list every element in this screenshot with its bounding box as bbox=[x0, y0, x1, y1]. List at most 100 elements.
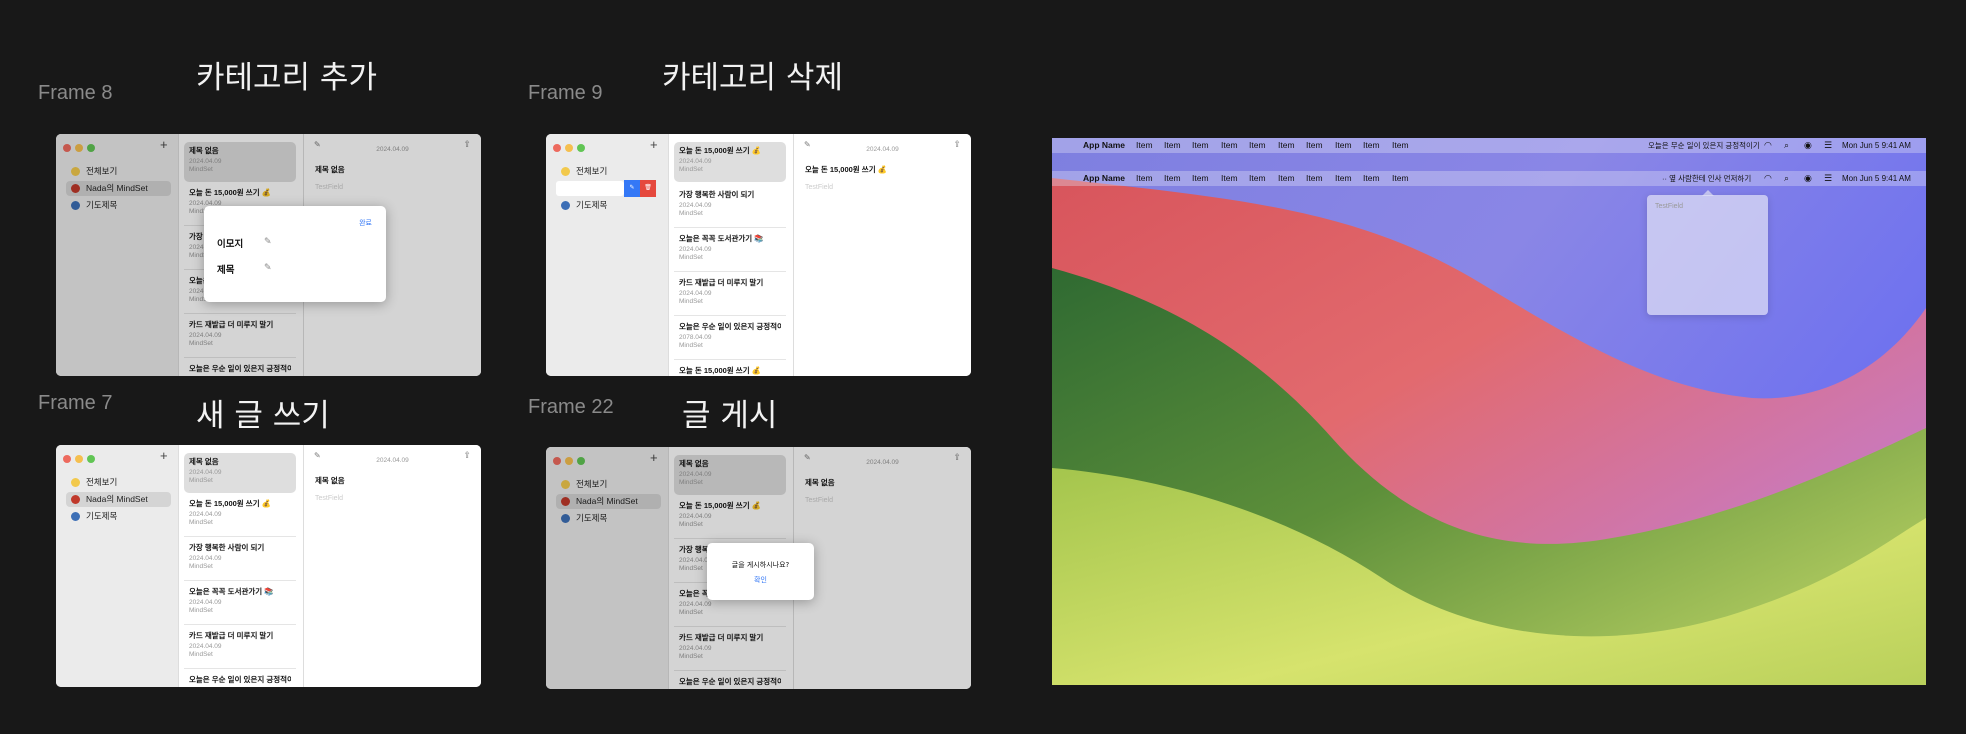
sidebar-item-all[interactable]: 전체보기 bbox=[556, 164, 661, 179]
delete-category-button[interactable]: 🗑 bbox=[640, 180, 656, 197]
wifi-icon[interactable]: ◠ bbox=[1764, 171, 1772, 186]
detail-pane: ✎ ⇪ 2024.04.09 제목 없음 TestField bbox=[303, 445, 481, 687]
frame-7-label: Frame 7 bbox=[38, 392, 113, 414]
menu-item[interactable]: Item bbox=[1221, 171, 1238, 186]
category-emoji-icon bbox=[561, 201, 570, 210]
list-item[interactable]: 오늘은 꼭꼭 도서관가기 📚2024.04.09MindSet bbox=[184, 583, 296, 625]
menu-item[interactable]: Item bbox=[1221, 138, 1238, 153]
list-item[interactable]: 제목 없음 2024.04.09 MindSet bbox=[184, 453, 296, 493]
menu-bar-popover: TestField bbox=[1647, 195, 1768, 315]
menu-item[interactable]: Item bbox=[1164, 138, 1181, 153]
detail-title[interactable]: 제목 없음 bbox=[315, 475, 345, 486]
swiped-category-row[interactable] bbox=[556, 181, 624, 196]
menu-bar: App Name Item Item Item Item Item Item I… bbox=[1052, 171, 1926, 186]
close-button[interactable] bbox=[63, 455, 71, 463]
list-item[interactable]: 오늘 돈 15,000원 쓰기 💰 bbox=[674, 362, 786, 376]
menu-item[interactable]: Item bbox=[1249, 138, 1266, 153]
list-item[interactable]: 오늘 돈 15,000원 쓰기 💰 2024.04.09 MindSet bbox=[674, 142, 786, 182]
list-item[interactable]: 카드 재발급 더 미루지 말기 2024.04.09 MindSet bbox=[674, 274, 786, 316]
emoji-label: 이모지 bbox=[217, 239, 244, 250]
menu-item[interactable]: Item bbox=[1192, 171, 1209, 186]
clock[interactable]: Mon Jun 5 9:41 AM bbox=[1842, 138, 1911, 153]
detail-pane: ✎ ⇪ 2024.04.09 오늘 돈 15,000원 쓰기 💰 TestFie… bbox=[793, 134, 971, 376]
detail-text-field[interactable]: TestField bbox=[805, 184, 833, 191]
status-item-text[interactable]: ·· 옆 사람한테 인사 먼저하기 bbox=[1662, 171, 1751, 186]
control-center-icon[interactable]: ☰ bbox=[1824, 171, 1832, 186]
frame-8-title: 카테고리 추가 bbox=[196, 60, 377, 96]
list-item[interactable]: 가장 행복한 사람이 되기2024.04.09MindSet bbox=[184, 539, 296, 581]
desktop-wallpaper bbox=[1052, 138, 1926, 685]
user-icon[interactable]: ◉ bbox=[1804, 171, 1812, 186]
add-category-button[interactable]: + bbox=[650, 137, 658, 152]
clock[interactable]: Mon Jun 5 9:41 AM bbox=[1842, 171, 1911, 186]
search-icon[interactable]: ⌕ bbox=[1784, 138, 1789, 153]
menu-item[interactable]: Item bbox=[1335, 138, 1352, 153]
menu-item[interactable]: Item bbox=[1278, 138, 1295, 153]
wifi-icon[interactable]: ◠ bbox=[1764, 138, 1772, 153]
menu-item[interactable]: Item bbox=[1392, 138, 1409, 153]
list-item[interactable]: 가장 행복한 사람이 되기2024.04.09MindSet bbox=[674, 186, 786, 228]
category-emoji-icon bbox=[71, 512, 80, 521]
publish-alert: 글을 게시하시나요? 확인 bbox=[707, 543, 814, 600]
sidebar-item-nada[interactable]: Nada의 MindSet bbox=[66, 492, 171, 507]
user-icon[interactable]: ◉ bbox=[1804, 138, 1812, 153]
menu-item[interactable]: Item bbox=[1136, 171, 1153, 186]
frame-7-title: 새 글 쓰기 bbox=[196, 398, 330, 434]
list-item[interactable]: 오늘은 우순 일이 있은지 긍정적이기 bbox=[184, 671, 296, 687]
detail-date: 2024.04.09 bbox=[866, 146, 899, 153]
menu-item[interactable]: Item bbox=[1192, 138, 1209, 153]
note-list: 제목 없음 2024.04.09 MindSet 오늘 돈 15,000원 쓰기 💰… bbox=[178, 445, 304, 687]
minimize-button[interactable] bbox=[565, 144, 573, 152]
category-emoji-icon bbox=[71, 495, 80, 504]
menu-item[interactable]: Item bbox=[1306, 138, 1323, 153]
popover-text-field[interactable]: TestField bbox=[1655, 203, 1683, 210]
close-button[interactable] bbox=[553, 144, 561, 152]
folder-icon bbox=[561, 167, 570, 176]
menu-item[interactable]: Item bbox=[1306, 171, 1323, 186]
macos-desktop: App Name Item Item Item Item Item Item I… bbox=[1052, 138, 1926, 685]
detail-title[interactable]: 오늘 돈 15,000원 쓰기 💰 bbox=[805, 164, 887, 175]
menu-item[interactable]: Item bbox=[1335, 171, 1352, 186]
status-item-text[interactable]: 오늘은 무순 일이 있은지 긍정적이기 bbox=[1648, 138, 1760, 153]
done-button[interactable]: 완료 bbox=[359, 218, 372, 228]
menu-item[interactable]: Item bbox=[1278, 171, 1295, 186]
menu-item[interactable]: Item bbox=[1392, 171, 1409, 186]
sidebar: + 전체보기 Nada의 MindSet 기도제목 bbox=[56, 445, 178, 687]
search-icon[interactable]: ⌕ bbox=[1784, 171, 1789, 186]
pencil-icon[interactable]: ✎ bbox=[264, 262, 272, 273]
frame-9-window: + 전체보기 ✎ 🗑 기도제목 오늘 돈 15,000원 쓰기 💰 2024.04… bbox=[546, 134, 971, 376]
frame-9-label: Frame 9 bbox=[528, 82, 603, 104]
frame-7-window: + 전체보기 Nada의 MindSet 기도제목 제목 없음 2024.04.0… bbox=[56, 445, 481, 687]
menu-item[interactable]: Item bbox=[1136, 138, 1153, 153]
add-category-button[interactable]: + bbox=[160, 448, 168, 463]
frame-9-title: 카테고리 삭제 bbox=[662, 60, 843, 96]
list-item[interactable]: 카드 재발급 더 미루지 말기 2024.04.09 MindSet bbox=[184, 627, 296, 669]
sidebar-item-all[interactable]: 전체보기 bbox=[66, 475, 171, 490]
minimize-button[interactable] bbox=[75, 455, 83, 463]
sidebar-item-pray[interactable]: 기도제목 bbox=[556, 198, 661, 213]
list-item[interactable]: 오늘 돈 15,000원 쓰기 💰 2024.04.09 MindSet bbox=[184, 495, 296, 537]
sidebar: + 전체보기 ✎ 🗑 기도제목 bbox=[546, 134, 668, 376]
note-list: 오늘 돈 15,000원 쓰기 💰 2024.04.09 MindSet 가장 행복… bbox=[668, 134, 794, 376]
detail-text-field[interactable]: TestField bbox=[315, 495, 343, 502]
menu-item[interactable]: Item bbox=[1164, 171, 1181, 186]
list-item[interactable]: 오늘은 꼭꼭 도서관가기 📚2024.04.09MindSet bbox=[674, 230, 786, 272]
menu-item[interactable]: Item bbox=[1249, 171, 1266, 186]
confirm-button[interactable]: 확인 bbox=[707, 575, 814, 585]
zoom-button[interactable] bbox=[577, 144, 585, 152]
edit-category-button[interactable]: ✎ bbox=[624, 180, 640, 197]
sidebar-item-pray[interactable]: 기도제목 bbox=[66, 509, 171, 524]
menu-bar: App Name Item Item Item Item Item Item I… bbox=[1052, 138, 1926, 153]
menu-item[interactable]: Item bbox=[1363, 138, 1380, 153]
frame-22-title: 글 게시 bbox=[682, 398, 778, 434]
zoom-button[interactable] bbox=[87, 455, 95, 463]
alert-message: 글을 게시하시나요? bbox=[731, 561, 790, 569]
control-center-icon[interactable]: ☰ bbox=[1824, 138, 1832, 153]
menu-item[interactable]: Item bbox=[1363, 171, 1380, 186]
detail-date: 2024.04.09 bbox=[376, 457, 409, 464]
app-name-menu[interactable]: App Name bbox=[1083, 138, 1125, 153]
app-name-menu[interactable]: App Name bbox=[1083, 171, 1125, 186]
pencil-icon[interactable]: ✎ bbox=[264, 236, 272, 247]
folder-icon bbox=[71, 478, 80, 487]
list-item[interactable]: 오늘은 우순 일이 있은지 긍정적이기 2078.04.09 MindSet bbox=[674, 318, 786, 360]
